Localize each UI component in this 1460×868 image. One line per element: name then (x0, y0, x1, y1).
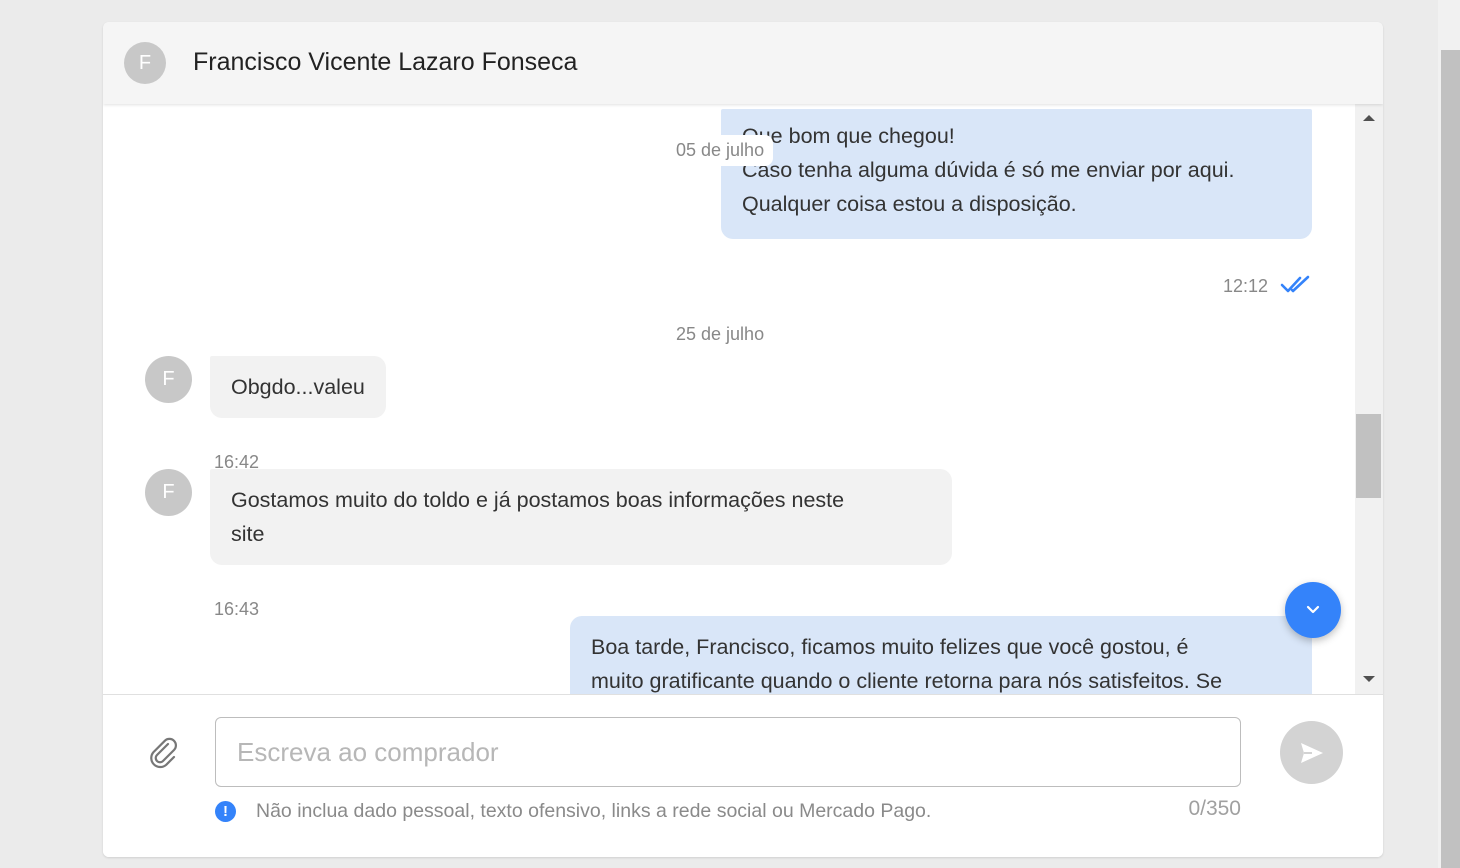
send-button[interactable] (1280, 721, 1343, 784)
message-outgoing: Que bom que chegou! Caso tenha alguma dú… (721, 109, 1312, 239)
character-counter: 0/350 (1188, 797, 1241, 820)
contact-avatar: F (124, 42, 166, 84)
message-time: 12:12 (1223, 276, 1269, 296)
scroll-down-arrow[interactable] (1363, 676, 1375, 682)
message-line: Boa tarde, Francisco, ficamos muito feli… (591, 635, 1189, 659)
message-time: 16:43 (214, 599, 260, 619)
scroll-to-bottom-button[interactable] (1285, 582, 1341, 638)
exclamation-circle-icon: ! (215, 801, 236, 822)
paperclip-icon[interactable] (147, 735, 181, 769)
composer-warning: Não inclua dado pessoal, texto ofensivo,… (256, 800, 932, 822)
message-line: site (231, 522, 265, 546)
double-check-icon (1280, 275, 1310, 293)
contact-name: Francisco Vicente Lazaro Fonseca (193, 48, 578, 76)
chevron-down-icon (1306, 605, 1320, 614)
message-composer: ! Não inclua dado pessoal, texto ofensiv… (103, 694, 1383, 857)
page-scrollbar-thumb[interactable] (1441, 50, 1460, 868)
message-incoming: Gostamos muito do toldo e já postamos bo… (210, 469, 952, 565)
message-list-scrollbar[interactable] (1355, 104, 1383, 694)
sender-avatar: F (145, 356, 192, 403)
message-line: Gostamos muito do toldo e já postamos bo… (231, 488, 845, 512)
scroll-up-arrow[interactable] (1363, 115, 1375, 121)
floating-date-chip: 05 de julho (667, 135, 774, 166)
send-icon (1300, 742, 1323, 763)
message-list[interactable]: Que bom que chegou! Caso tenha alguma dú… (103, 104, 1383, 694)
message-input[interactable] (215, 717, 1241, 787)
chat-panel: F Francisco Vicente Lazaro Fonseca Que b… (103, 22, 1383, 857)
message-outgoing: Boa tarde, Francisco, ficamos muito feli… (570, 616, 1312, 694)
message-line: Qualquer coisa estou a disposição. (742, 192, 1077, 216)
message-line: Que bom que chegou! (742, 124, 955, 148)
message-line: Caso tenha alguma dúvida é só me enviar … (742, 158, 1235, 182)
sender-avatar: F (145, 469, 192, 516)
chat-header: F Francisco Vicente Lazaro Fonseca (103, 22, 1383, 104)
message-incoming: Obgdo...valeu (210, 356, 386, 418)
date-separator: 25 de julho (676, 324, 765, 344)
message-line: muito gratificante quando o cliente reto… (591, 669, 1223, 693)
message-line: Obgdo...valeu (231, 375, 365, 399)
scrollbar-thumb[interactable] (1356, 414, 1381, 498)
